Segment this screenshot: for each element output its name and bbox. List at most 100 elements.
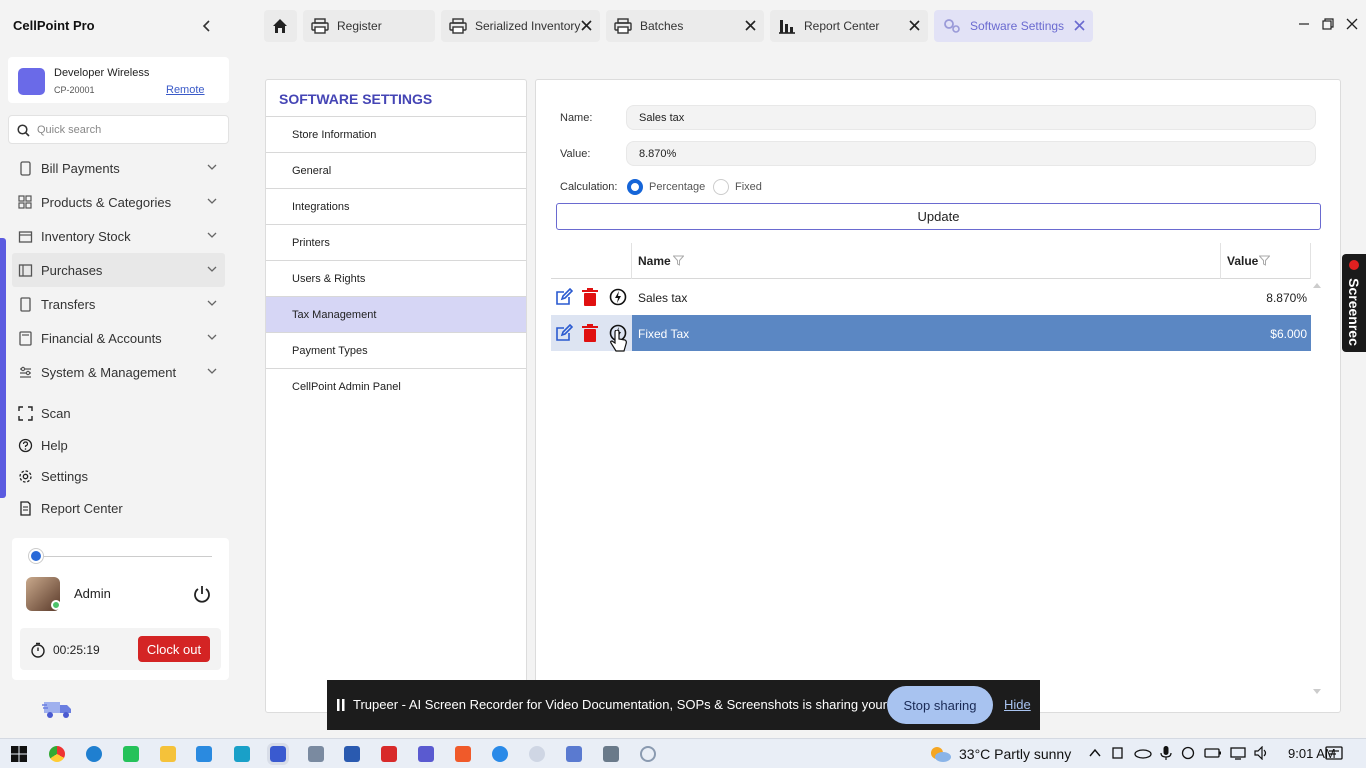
settings-item-printers[interactable]: Printers — [266, 224, 526, 260]
screenrec-widget[interactable]: Screenrec — [1342, 254, 1366, 352]
teams-tray-icon[interactable] — [1180, 746, 1196, 760]
notification-icon[interactable] — [1325, 746, 1343, 762]
weather-text[interactable]: 33°C Partly sunny — [959, 746, 1071, 762]
sidebar-item-settings[interactable]: Settings — [12, 461, 225, 493]
scroll-down-icon[interactable] — [1313, 689, 1321, 695]
scroll-up-icon[interactable] — [1313, 282, 1321, 288]
network-icon[interactable] — [1230, 746, 1246, 760]
restore-icon[interactable] — [1322, 18, 1334, 30]
volume-icon[interactable] — [1254, 746, 1270, 760]
sidebar-item-help[interactable]: Help — [12, 430, 225, 462]
sidebar-item-bill-payments[interactable]: Bill Payments — [12, 151, 225, 185]
app-icon[interactable] — [529, 746, 545, 762]
fixed-radio[interactable] — [713, 179, 729, 195]
tab-label: Report Center — [804, 19, 880, 33]
app-icon[interactable] — [381, 746, 397, 762]
chrome-icon[interactable] — [49, 746, 65, 762]
tab-home[interactable] — [264, 10, 297, 42]
tab-register[interactable]: Register — [303, 10, 435, 42]
scan-icon — [18, 406, 33, 421]
sidebar-item-financial-accounts[interactable]: Financial & Accounts — [12, 321, 225, 355]
remote-link[interactable]: Remote — [166, 84, 205, 96]
settings-item-general[interactable]: General — [266, 152, 526, 188]
file-explorer-icon[interactable] — [160, 746, 176, 762]
minimize-icon[interactable] — [1298, 18, 1310, 30]
edge-icon[interactable] — [86, 746, 102, 762]
table-row[interactable]: Sales tax 8.870% — [551, 279, 1311, 315]
app-icon[interactable] — [344, 746, 360, 762]
close-icon[interactable] — [909, 20, 920, 31]
sidebar-item-scan[interactable]: Scan — [12, 398, 225, 430]
sidebar-item-purchases[interactable]: Purchases — [12, 253, 225, 287]
search-input[interactable] — [37, 122, 217, 138]
timer-box: 00:25:19 Clock out — [20, 628, 221, 670]
stopwatch-icon — [30, 642, 46, 658]
window-controls — [1298, 18, 1358, 30]
app-icon[interactable] — [566, 746, 582, 762]
app-icon[interactable] — [234, 746, 250, 762]
weather-icon[interactable] — [928, 745, 952, 763]
app-icon[interactable] — [308, 746, 324, 762]
calculator-app-icon[interactable] — [603, 746, 619, 762]
column-header-name[interactable]: Name — [638, 254, 671, 268]
update-button[interactable]: Update — [556, 203, 1321, 230]
settings-item-cellpoint-admin-panel[interactable]: CellPoint Admin Panel — [266, 368, 526, 404]
percentage-radio[interactable] — [627, 179, 643, 195]
tax-name-field[interactable] — [626, 105, 1316, 130]
document-icon — [18, 501, 33, 516]
whatsapp-icon[interactable] — [123, 746, 139, 762]
delete-icon[interactable] — [582, 324, 598, 342]
gear-icon — [18, 365, 33, 380]
edit-icon[interactable] — [555, 324, 573, 342]
settings-item-payment-types[interactable]: Payment Types — [266, 332, 526, 368]
tax-value-field[interactable] — [626, 141, 1316, 166]
loading-icon[interactable] — [640, 746, 656, 762]
filter-icon[interactable] — [673, 255, 684, 266]
slider-handle[interactable] — [29, 549, 43, 563]
tray-app-icon[interactable] — [1110, 746, 1126, 760]
sidebar-item-system-management[interactable]: System & Management — [12, 355, 225, 389]
settings-item-store-information[interactable]: Store Information — [266, 116, 526, 152]
power-icon[interactable] — [192, 584, 212, 604]
chevron-up-icon[interactable] — [1088, 746, 1102, 760]
sidebar-item-inventory-stock[interactable]: Inventory Stock — [12, 219, 225, 253]
tab-batches[interactable]: Batches — [606, 10, 764, 42]
delivery-truck-icon[interactable] — [42, 698, 74, 720]
sidebar-item-report-center[interactable]: Report Center — [12, 493, 225, 525]
microphone-icon[interactable] — [1160, 746, 1172, 760]
close-window-icon[interactable] — [1346, 18, 1358, 30]
windows-start-icon[interactable] — [11, 746, 27, 762]
tab-report-center[interactable]: Report Center — [770, 10, 928, 42]
column-header-value[interactable]: Value — [1227, 254, 1258, 268]
close-icon[interactable] — [1074, 20, 1085, 31]
brave-icon[interactable] — [455, 746, 471, 762]
tax-management-panel: Name: Value: Calculation: Percentage Fix… — [535, 79, 1341, 713]
edit-icon[interactable] — [555, 288, 573, 306]
tab-software-settings[interactable]: Software Settings — [934, 10, 1093, 42]
table-row-selected[interactable]: Fixed Tax $6.000 — [551, 315, 1311, 351]
sidebar-item-transfers[interactable]: Transfers — [12, 287, 225, 321]
battery-icon[interactable] — [1204, 746, 1222, 760]
settings-item-integrations[interactable]: Integrations — [266, 188, 526, 224]
pause-icon[interactable] — [337, 699, 345, 711]
cellpoint-taskbar-icon[interactable] — [267, 743, 289, 765]
stop-sharing-button[interactable]: Stop sharing — [887, 686, 993, 724]
collapse-sidebar-icon[interactable] — [200, 19, 214, 33]
close-icon[interactable] — [581, 20, 592, 31]
tab-label: Software Settings — [970, 19, 1065, 33]
teams-icon[interactable] — [418, 746, 434, 762]
onedrive-icon[interactable] — [1134, 746, 1152, 760]
close-icon[interactable] — [745, 20, 756, 31]
app-icon[interactable] — [492, 746, 508, 762]
sidebar-item-products-categories[interactable]: Products & Categories — [12, 185, 225, 219]
clock-out-button[interactable]: Clock out — [138, 636, 210, 662]
settings-item-users-rights[interactable]: Users & Rights — [266, 260, 526, 296]
settings-item-tax-management[interactable]: Tax Management — [266, 296, 526, 332]
tab-serialized-inventory[interactable]: Serialized Inventory — [441, 10, 600, 42]
activate-icon[interactable] — [609, 288, 627, 306]
account-card[interactable]: Developer Wireless CP-20001 Remote — [8, 57, 229, 103]
store-icon[interactable] — [196, 746, 212, 762]
delete-icon[interactable] — [582, 288, 598, 306]
hide-link[interactable]: Hide — [1004, 697, 1031, 712]
filter-icon[interactable] — [1259, 255, 1270, 266]
